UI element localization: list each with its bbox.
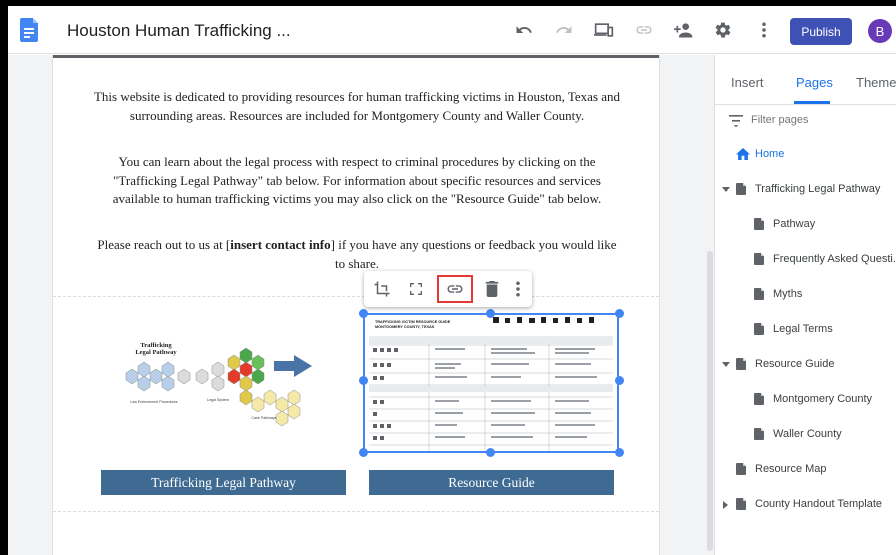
- publish-button[interactable]: Publish: [790, 18, 852, 45]
- section-divider: [53, 511, 659, 512]
- tab-themes[interactable]: Themes: [856, 75, 896, 90]
- sidebar-page-item[interactable]: Legal Terms: [715, 323, 896, 339]
- pathway-title-1: Trafficking: [140, 342, 172, 349]
- tab-pages[interactable]: Pages: [796, 75, 833, 90]
- link-icon[interactable]: [633, 19, 655, 41]
- page-label: Legal Terms: [773, 323, 833, 335]
- page-label: Trafficking Legal Pathway: [755, 183, 881, 195]
- filter-pages-input[interactable]: [751, 114, 881, 126]
- page-label: Myths: [773, 288, 803, 300]
- page-label: Montgomery County: [773, 393, 873, 405]
- sidebar-page-item[interactable]: Trafficking Legal Pathway: [715, 183, 896, 199]
- expand-less-icon[interactable]: [722, 362, 730, 367]
- guide-title-2: MONTGOMERY COUNTY, TEXAS: [375, 325, 435, 329]
- page-icon: [736, 183, 746, 195]
- sidebar-page-item[interactable]: Home: [715, 148, 896, 164]
- editor-canvas: This website is dedicated to providing r…: [8, 55, 714, 555]
- trafficking-legal-pathway-button[interactable]: Trafficking Legal Pathway: [101, 470, 346, 495]
- right-sidebar: Insert Pages Themes Home Trafficking Lega…: [714, 55, 896, 555]
- contact-text-start: Please reach out to us at [: [97, 237, 231, 252]
- delete-trash-icon[interactable]: [480, 277, 504, 301]
- home-icon: [736, 148, 750, 160]
- legal-process-paragraph[interactable]: You can learn about the legal process wi…: [93, 153, 621, 209]
- sites-logo-icon[interactable]: [20, 18, 38, 42]
- preview-devices-icon[interactable]: [593, 19, 615, 41]
- page-label: Pathway: [773, 218, 816, 230]
- page-icon: [754, 253, 764, 265]
- page-icon: [754, 393, 764, 405]
- pathway-label-left: Law Enforcement Procedures: [130, 400, 178, 404]
- resize-handle[interactable]: [359, 448, 368, 457]
- section-divider: [53, 296, 659, 297]
- sites-editor: Houston Human Trafficking ... Publish B …: [8, 6, 896, 555]
- filter-icon: [729, 115, 743, 127]
- contact-info-placeholder: insert contact info: [230, 237, 331, 252]
- sidebar-page-item[interactable]: County Handout Template: [715, 498, 896, 514]
- insert-link-icon[interactable]: [443, 277, 467, 301]
- resize-handle[interactable]: [615, 448, 624, 457]
- tab-insert[interactable]: Insert: [731, 75, 764, 90]
- sidebar-page-item[interactable]: Resource Map: [715, 463, 896, 479]
- page-icon: [754, 323, 764, 335]
- page-label: Home: [755, 148, 785, 160]
- resource-guide-button[interactable]: Resource Guide: [369, 470, 614, 495]
- contact-text-end: ] if you have any questions or feedback …: [330, 237, 617, 271]
- share-person-icon[interactable]: [673, 19, 695, 41]
- pathway-title-2: Legal Pathway: [135, 349, 177, 356]
- undo-icon[interactable]: [513, 19, 535, 41]
- page-label: Waller County: [773, 428, 842, 440]
- settings-gear-icon[interactable]: [712, 19, 734, 41]
- page-content: This website is dedicated to providing r…: [52, 55, 660, 555]
- page-icon: [754, 288, 764, 300]
- page-icon: [736, 463, 746, 475]
- page-icon: [754, 428, 764, 440]
- page-icon: [754, 218, 764, 230]
- sidebar-page-item[interactable]: Waller County: [715, 428, 896, 444]
- top-bar: Houston Human Trafficking ... Publish B: [8, 6, 896, 54]
- page-label: Resource Guide: [755, 358, 835, 370]
- page-icon: [736, 498, 746, 510]
- image-toolbar: [364, 271, 532, 307]
- page-label: County Handout Template: [755, 498, 882, 510]
- expand-less-icon[interactable]: [722, 187, 730, 192]
- more-options-icon[interactable]: [506, 277, 530, 301]
- avatar[interactable]: B: [868, 19, 892, 43]
- pathway-label-mid: Legal System: [207, 398, 229, 402]
- tabs-divider: [715, 104, 896, 105]
- intro-paragraph[interactable]: This website is dedicated to providing r…: [93, 88, 621, 125]
- pathway-label-right: Case Pathways: [252, 416, 277, 420]
- sidebar-page-item[interactable]: Frequently Asked Questi...: [715, 253, 896, 269]
- page-icon: [736, 358, 746, 370]
- sidebar-page-item[interactable]: Myths: [715, 288, 896, 304]
- trafficking-pathway-image[interactable]: Trafficking Legal Pathway Law Enforcemen…: [116, 333, 326, 433]
- sidebar-page-item[interactable]: Montgomery County: [715, 393, 896, 409]
- resize-handle[interactable]: [615, 309, 624, 318]
- resize-handle[interactable]: [486, 448, 495, 457]
- expand-more-icon[interactable]: [723, 501, 728, 509]
- crop-icon[interactable]: [370, 277, 394, 301]
- resize-handle[interactable]: [359, 376, 368, 385]
- contact-paragraph[interactable]: Please reach out to us at [insert contac…: [93, 236, 621, 273]
- fullscreen-icon[interactable]: [404, 277, 428, 301]
- resize-handle[interactable]: [486, 309, 495, 318]
- page-label: Frequently Asked Questi...: [773, 253, 896, 265]
- section-divider: [53, 55, 659, 58]
- resource-guide-image[interactable]: TRAFFICKING VICTIM RESOURCE GUIDE MONTGO…: [363, 313, 619, 453]
- resize-handle[interactable]: [615, 376, 624, 385]
- sidebar-page-item[interactable]: Resource Guide: [715, 358, 896, 374]
- guide-title-1: TRAFFICKING VICTIM RESOURCE GUIDE: [375, 320, 451, 324]
- redo-icon[interactable]: [553, 19, 575, 41]
- scrollbar-thumb[interactable]: [707, 251, 713, 551]
- page-label: Resource Map: [755, 463, 827, 475]
- resize-handle[interactable]: [359, 309, 368, 318]
- more-vert-icon[interactable]: [753, 19, 775, 41]
- site-title[interactable]: Houston Human Trafficking ...: [67, 21, 291, 41]
- sidebar-page-item[interactable]: Pathway: [715, 218, 896, 234]
